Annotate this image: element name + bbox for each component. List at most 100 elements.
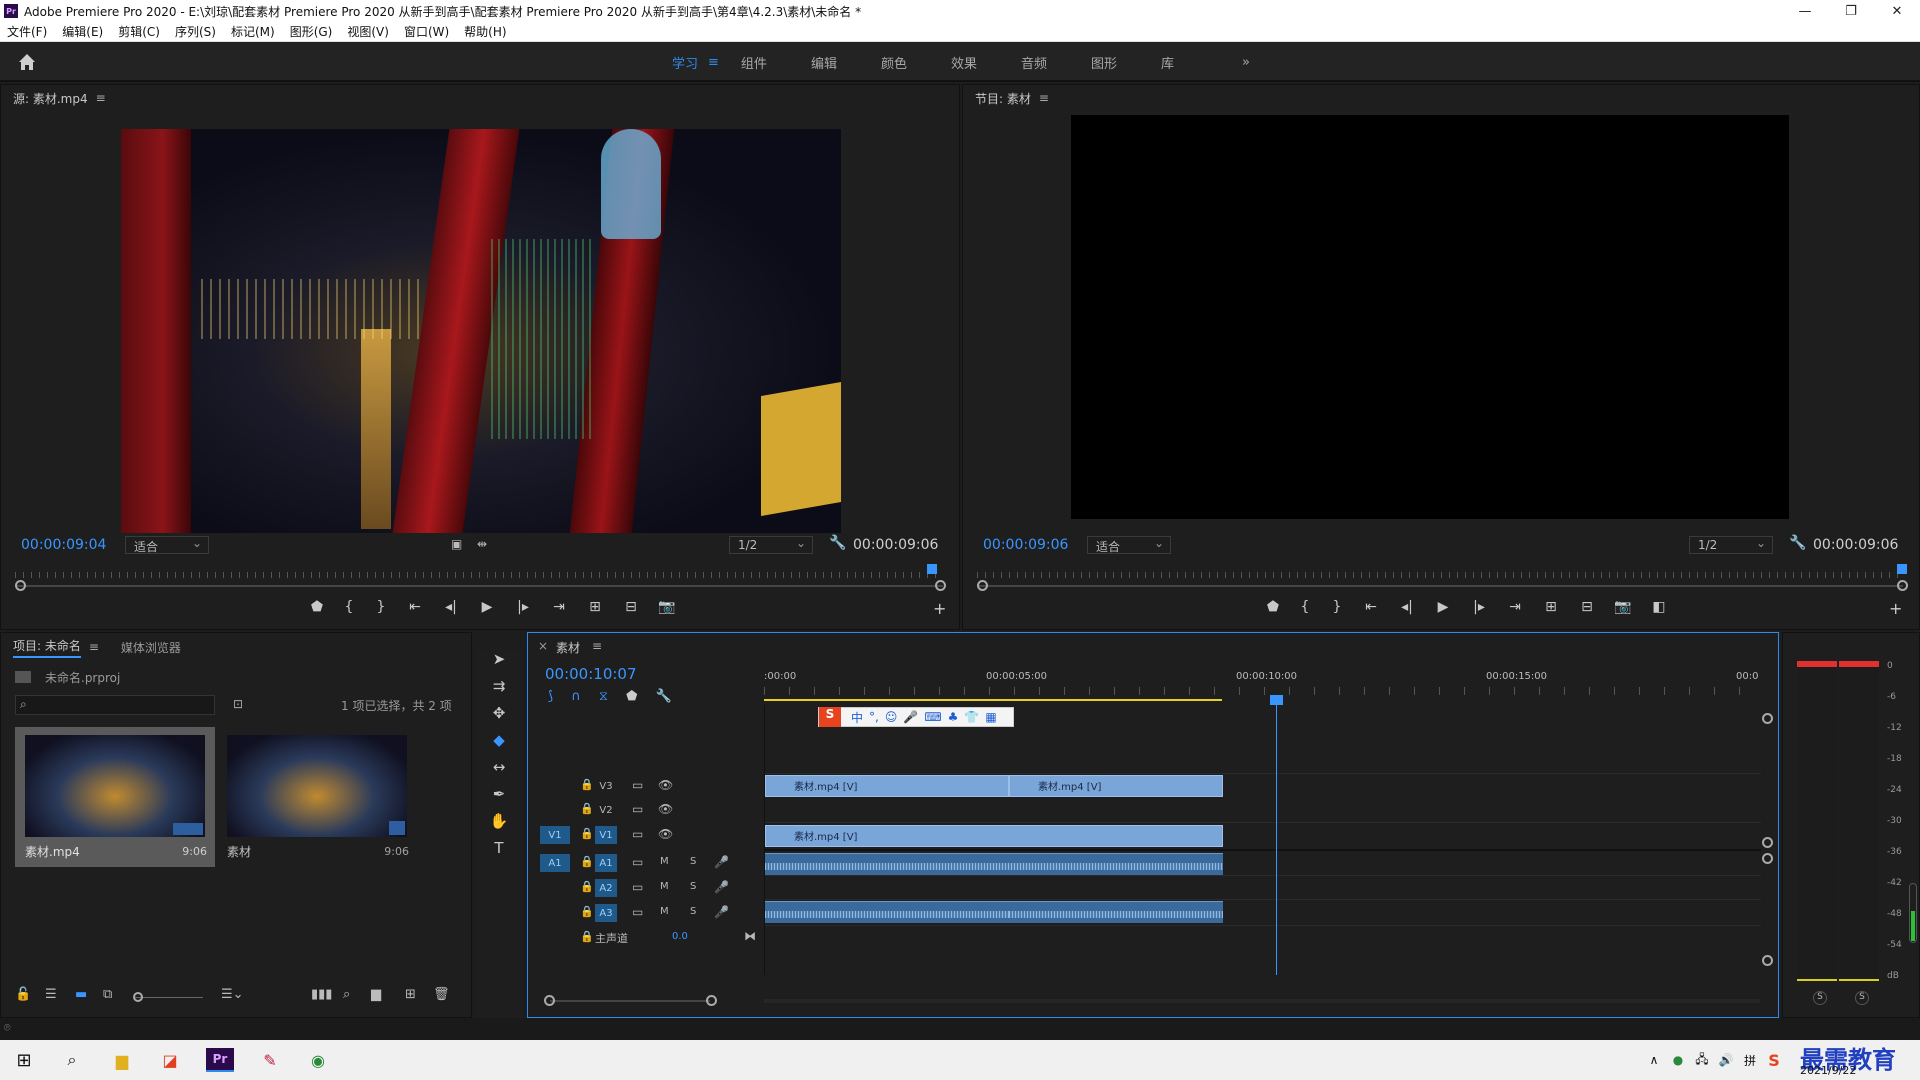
ripple-edit-tool-icon[interactable]: ✥ bbox=[476, 704, 522, 731]
insert-icon[interactable]: ⊞ bbox=[577, 599, 613, 615]
track-lock-icon[interactable]: 🔒 bbox=[580, 930, 594, 943]
program-time-ruler[interactable] bbox=[977, 563, 1901, 581]
play-icon[interactable]: ▶ bbox=[1425, 599, 1461, 615]
source-monitor-title[interactable]: 源: 素材.mp4 bbox=[13, 90, 88, 107]
step-forward-icon[interactable]: |▸ bbox=[505, 599, 541, 615]
source-scroll-start-handle[interactable] bbox=[15, 580, 26, 591]
mark-out-icon[interactable]: } bbox=[1321, 599, 1353, 615]
track-target-a1[interactable]: A1 bbox=[595, 854, 617, 872]
track-lock-icon[interactable]: 🔒 bbox=[580, 827, 594, 840]
timeline-title[interactable]: 素材 bbox=[556, 639, 580, 656]
workspace-tab-color[interactable]: 颜色 bbox=[881, 53, 907, 72]
trash-icon[interactable]: 🗑 bbox=[433, 987, 450, 1002]
vertical-scroll-bar[interactable] bbox=[1760, 713, 1776, 973]
snap-icon[interactable]: ∩ bbox=[571, 689, 581, 704]
source-drag-icon[interactable]: ⇹ bbox=[477, 537, 487, 551]
workspace-tab-assembly[interactable]: 组件 bbox=[741, 53, 767, 72]
menu-file[interactable]: 文件(F) bbox=[0, 23, 55, 40]
program-playhead-icon[interactable] bbox=[1897, 564, 1907, 574]
workspace-menu-icon[interactable]: ≡ bbox=[708, 55, 719, 70]
timeline-settings-icon[interactable]: 🔧 bbox=[656, 689, 672, 704]
solo-right-button[interactable]: S bbox=[1855, 991, 1869, 1005]
go-to-in-icon[interactable]: ⇤ bbox=[1353, 599, 1389, 615]
track-target-a2[interactable]: A2 bbox=[595, 879, 617, 897]
extract-icon[interactable]: ⊟ bbox=[1569, 599, 1605, 615]
scroll-handle[interactable] bbox=[1762, 837, 1773, 848]
paint-app-icon[interactable]: ✎ bbox=[256, 1048, 284, 1072]
track-target-v3[interactable]: V3 bbox=[595, 777, 617, 795]
voice-over-icon[interactable]: 🎤 bbox=[714, 855, 729, 869]
mute-button[interactable]: M bbox=[660, 881, 669, 892]
icon-view-icon[interactable]: ▬ bbox=[75, 987, 87, 1002]
meter-level-slider[interactable] bbox=[1909, 883, 1917, 943]
master-volume-value[interactable]: 0.0 bbox=[672, 931, 688, 942]
panel-menu-icon[interactable]: ≡ bbox=[592, 639, 602, 653]
office-icon[interactable]: ◪ bbox=[156, 1048, 184, 1072]
sync-lock-icon[interactable]: ▭ bbox=[632, 880, 643, 894]
list-view-icon[interactable]: ☰ bbox=[45, 987, 57, 1002]
play-icon[interactable]: ▶ bbox=[469, 599, 505, 615]
lift-icon[interactable]: ⊞ bbox=[1533, 599, 1569, 615]
freeform-view-icon[interactable]: ⧉ bbox=[103, 987, 112, 1002]
sync-lock-icon[interactable]: ▭ bbox=[632, 827, 643, 841]
track-lock-icon[interactable]: 🔒 bbox=[580, 855, 594, 868]
panel-menu-icon[interactable]: ≡ bbox=[89, 640, 99, 654]
track-visibility-icon[interactable]: 👁 bbox=[658, 778, 673, 792]
program-scroll-end-handle[interactable] bbox=[1897, 580, 1908, 591]
panel-menu-icon[interactable]: ≡ bbox=[1039, 91, 1049, 105]
workspace-tab-editing[interactable]: 编辑 bbox=[811, 53, 837, 72]
source-time-ruler[interactable] bbox=[15, 563, 943, 581]
video-clip[interactable]: 素材.mp4 [V] bbox=[765, 825, 1223, 847]
work-area-bar[interactable] bbox=[764, 699, 1222, 701]
minimize-button[interactable]: — bbox=[1782, 0, 1828, 22]
project-tab[interactable]: 项目: 未命名 bbox=[13, 637, 81, 658]
media-browser-tab[interactable]: 媒体浏览器 bbox=[121, 639, 181, 656]
track-area[interactable]: 素材.mp4 [V] 素材.mp4 [V] 素材.mp4 [V] bbox=[764, 695, 1761, 975]
project-search-field[interactable]: ⌕ bbox=[15, 695, 215, 715]
program-scroll-start-handle[interactable] bbox=[977, 580, 988, 591]
step-forward-icon[interactable]: |▸ bbox=[1461, 599, 1497, 615]
workspace-tab-audio[interactable]: 音频 bbox=[1021, 53, 1047, 72]
source-scroll-bar[interactable] bbox=[17, 585, 943, 587]
find-icon[interactable]: ⌕ bbox=[343, 987, 350, 1002]
razor-tool-icon[interactable]: ◆ bbox=[476, 731, 522, 758]
automate-to-sequence-icon[interactable]: ▮▮▮ bbox=[311, 987, 332, 1002]
timeline-ruler[interactable]: :00:00 00:00:05:00 00:00:10:00 00:00:15:… bbox=[764, 661, 1760, 703]
program-add-button-icon[interactable]: + bbox=[1889, 599, 1902, 618]
add-marker-icon[interactable]: ⬟ bbox=[626, 689, 637, 704]
close-button[interactable]: ✕ bbox=[1874, 0, 1920, 22]
track-visibility-icon[interactable]: 👁 bbox=[658, 827, 673, 841]
solo-button[interactable]: S bbox=[690, 906, 696, 917]
sync-lock-icon[interactable]: ▭ bbox=[632, 905, 643, 919]
type-tool-icon[interactable]: T bbox=[476, 839, 522, 866]
chrome-icon[interactable]: ◉ bbox=[304, 1048, 332, 1072]
source-wrench-icon[interactable]: 🔧 bbox=[829, 535, 846, 551]
sync-lock-icon[interactable]: ▭ bbox=[632, 802, 643, 816]
source-settings-icon[interactable]: ▣ bbox=[451, 537, 462, 551]
zoom-slider[interactable] bbox=[135, 997, 203, 998]
source-playhead-icon[interactable] bbox=[927, 564, 937, 574]
workspace-overflow-icon[interactable]: » bbox=[1242, 55, 1250, 70]
source-timecode[interactable]: 00:00:09:04 bbox=[21, 537, 106, 553]
mute-button[interactable]: M bbox=[660, 856, 669, 867]
source-scroll-end-handle[interactable] bbox=[935, 580, 946, 591]
source-fit-dropdown[interactable]: 适合 bbox=[125, 536, 209, 554]
zoom-slider-handle[interactable] bbox=[133, 992, 143, 1002]
premiere-taskbar-icon[interactable]: Pr bbox=[206, 1048, 234, 1072]
source-patch-a1[interactable]: A1 bbox=[540, 854, 570, 872]
scroll-handle[interactable] bbox=[706, 995, 717, 1006]
go-to-in-out-icon[interactable]: ⧓ bbox=[744, 929, 756, 943]
maximize-button[interactable]: ❐ bbox=[1828, 0, 1874, 22]
track-visibility-icon[interactable]: 👁 bbox=[658, 802, 673, 816]
hand-tool-icon[interactable]: ✋ bbox=[476, 812, 522, 839]
file-explorer-icon[interactable]: ▆ bbox=[108, 1048, 136, 1072]
scroll-handle[interactable] bbox=[1762, 713, 1773, 724]
add-marker-icon[interactable]: ⬟ bbox=[1257, 599, 1289, 615]
overwrite-icon[interactable]: ⊟ bbox=[613, 599, 649, 615]
mark-in-icon[interactable]: { bbox=[1289, 599, 1321, 615]
panel-menu-icon[interactable]: ≡ bbox=[96, 91, 106, 105]
linked-selection-icon[interactable]: ⧖ bbox=[599, 689, 608, 704]
step-back-icon[interactable]: ◂| bbox=[1389, 599, 1425, 615]
project-item[interactable]: 素材 9:06 bbox=[217, 727, 417, 867]
sort-icon[interactable]: ☰⌄ bbox=[221, 987, 244, 1002]
